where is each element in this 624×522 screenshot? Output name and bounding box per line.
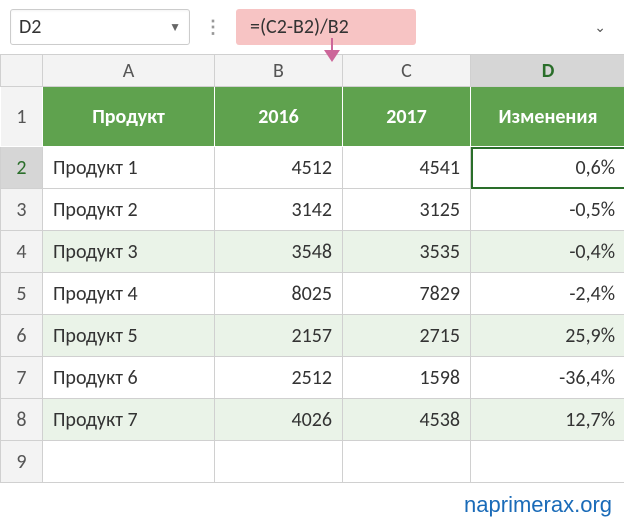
cell[interactable]: [343, 441, 471, 483]
cell[interactable]: Продукт 5: [43, 315, 215, 357]
header-change[interactable]: Изменения: [471, 87, 624, 147]
cell[interactable]: 25,9%: [471, 315, 624, 357]
table-row: 2 Продукт 1 4512 4541 0,6%: [1, 147, 624, 189]
cell[interactable]: 4026: [215, 399, 343, 441]
cell[interactable]: [471, 441, 624, 483]
cell[interactable]: -0,4%: [471, 231, 624, 273]
row-header-2[interactable]: 2: [1, 147, 43, 189]
table-row-empty: 9: [1, 441, 624, 483]
row-header-4[interactable]: 4: [1, 231, 43, 273]
cell[interactable]: Продукт 3: [43, 231, 215, 273]
cell[interactable]: Продукт 4: [43, 273, 215, 315]
cell[interactable]: Продукт 7: [43, 399, 215, 441]
cell[interactable]: 2715: [343, 315, 471, 357]
row-header-5[interactable]: 5: [1, 273, 43, 315]
table-row: 7 Продукт 6 2512 1598 -36,4%: [1, 357, 624, 399]
cell[interactable]: -36,4%: [471, 357, 624, 399]
watermark: naprimerax.org: [464, 492, 612, 518]
row-header-6[interactable]: 6: [1, 315, 43, 357]
header-2016[interactable]: 2016: [215, 87, 343, 147]
cell[interactable]: Продукт 6: [43, 357, 215, 399]
active-cell[interactable]: 0,6%: [471, 147, 624, 189]
cell[interactable]: 4512: [215, 147, 343, 189]
cell[interactable]: 12,7%: [471, 399, 624, 441]
name-box-text: D2: [19, 15, 169, 39]
cell[interactable]: 4538: [343, 399, 471, 441]
cell[interactable]: Продукт 2: [43, 189, 215, 231]
expand-icon[interactable]: ⌄: [586, 15, 614, 40]
formula-display[interactable]: =(C2-B2)/B2: [236, 9, 416, 45]
cell[interactable]: 3142: [215, 189, 343, 231]
cell[interactable]: [43, 441, 215, 483]
separator-icon: ⋮: [198, 16, 228, 38]
cell[interactable]: 8025: [215, 273, 343, 315]
table-row: 8 Продукт 7 4026 4538 12,7%: [1, 399, 624, 441]
table-row: 5 Продукт 4 8025 7829 -2,4%: [1, 273, 624, 315]
cell[interactable]: Продукт 1: [43, 147, 215, 189]
row-header-7[interactable]: 7: [1, 357, 43, 399]
spreadsheet-grid: A B C D 1 Продукт 2016 2017 Изменения 2 …: [0, 54, 624, 483]
column-header-D[interactable]: D: [471, 55, 624, 87]
cell[interactable]: 4541: [343, 147, 471, 189]
table-row: 3 Продукт 2 3142 3125 -0,5%: [1, 189, 624, 231]
table-row: 4 Продукт 3 3548 3535 -0,4%: [1, 231, 624, 273]
table-row: 6 Продукт 5 2157 2715 25,9%: [1, 315, 624, 357]
cell[interactable]: 7829: [343, 273, 471, 315]
cell[interactable]: 1598: [343, 357, 471, 399]
table-header-row: 1 Продукт 2016 2017 Изменения: [1, 87, 624, 147]
chevron-down-icon[interactable]: ▼: [169, 20, 181, 35]
header-product[interactable]: Продукт: [43, 87, 215, 147]
select-all-corner[interactable]: [1, 55, 43, 87]
header-2017[interactable]: 2017: [343, 87, 471, 147]
cell[interactable]: 2512: [215, 357, 343, 399]
cell[interactable]: -0,5%: [471, 189, 624, 231]
cell[interactable]: [215, 441, 343, 483]
column-header-A[interactable]: A: [43, 55, 215, 87]
row-header-9[interactable]: 9: [1, 441, 43, 483]
name-box[interactable]: D2 ▼: [10, 9, 190, 45]
row-header-8[interactable]: 8: [1, 399, 43, 441]
cell[interactable]: -2,4%: [471, 273, 624, 315]
arrow-down-icon: [324, 50, 340, 62]
column-header-C[interactable]: C: [343, 55, 471, 87]
cell[interactable]: 3125: [343, 189, 471, 231]
cell[interactable]: 2157: [215, 315, 343, 357]
cell[interactable]: 3535: [343, 231, 471, 273]
formula-bar: D2 ▼ ⋮ =(C2-B2)/B2 ⌄: [0, 0, 624, 54]
row-header-3[interactable]: 3: [1, 189, 43, 231]
column-header-row: A B C D: [1, 55, 624, 87]
cell[interactable]: 3548: [215, 231, 343, 273]
row-header-1[interactable]: 1: [1, 87, 43, 147]
